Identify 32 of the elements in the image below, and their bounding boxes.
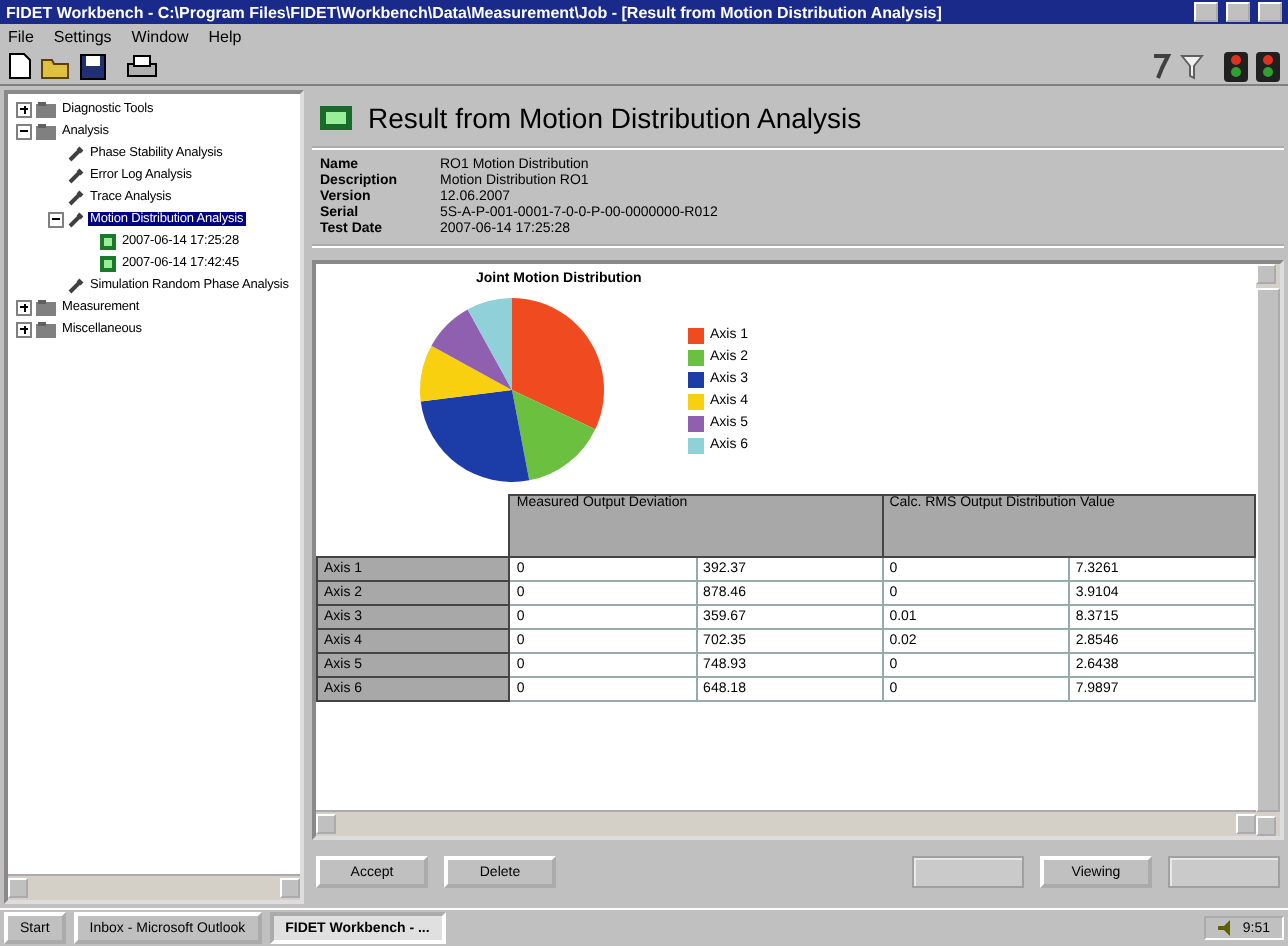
horizontal-scrollbar[interactable] (8, 874, 300, 900)
print-icon[interactable] (126, 53, 158, 79)
funnel-icon[interactable] (1180, 52, 1204, 80)
expand-toggle[interactable] (16, 299, 32, 315)
folder-icon (36, 101, 56, 117)
expand-toggle[interactable] (16, 101, 32, 117)
expand-toggle[interactable] (16, 321, 32, 337)
menu-item[interactable]: Window (131, 27, 189, 45)
window-title: FIDET Workbench - C:\Program Files\FIDET\Workbench\Data\Measurement\Job - [Result from Motion Distribution Analysis] (6, 3, 944, 21)
chart-icon (320, 106, 352, 130)
folder-icon (36, 123, 56, 139)
open-folder-icon[interactable] (40, 53, 72, 79)
folder-icon (36, 321, 56, 337)
expand-toggle[interactable] (16, 123, 32, 139)
wrench-icon (68, 167, 84, 183)
speaker-icon (1218, 920, 1235, 936)
traffic-light-icon[interactable] (1224, 51, 1248, 81)
horizontal-scrollbar[interactable] (316, 810, 1256, 836)
folder-icon (36, 299, 56, 315)
wrench-icon (68, 189, 84, 205)
expand-toggle[interactable] (48, 211, 64, 227)
save-icon[interactable] (80, 53, 106, 79)
menu-item[interactable]: File (8, 27, 34, 45)
panel-title: Result from Motion Distribution Analysis (368, 102, 862, 134)
new-file-icon[interactable] (8, 52, 32, 80)
traffic-light-icon[interactable] (1256, 51, 1280, 81)
wrench-icon (68, 145, 84, 161)
menu-item[interactable]: Settings (53, 27, 112, 45)
wrench-icon (68, 277, 84, 293)
vertical-scrollbar[interactable] (1256, 264, 1280, 836)
wrench-icon (68, 211, 84, 227)
menu-item[interactable]: Help (208, 27, 242, 45)
